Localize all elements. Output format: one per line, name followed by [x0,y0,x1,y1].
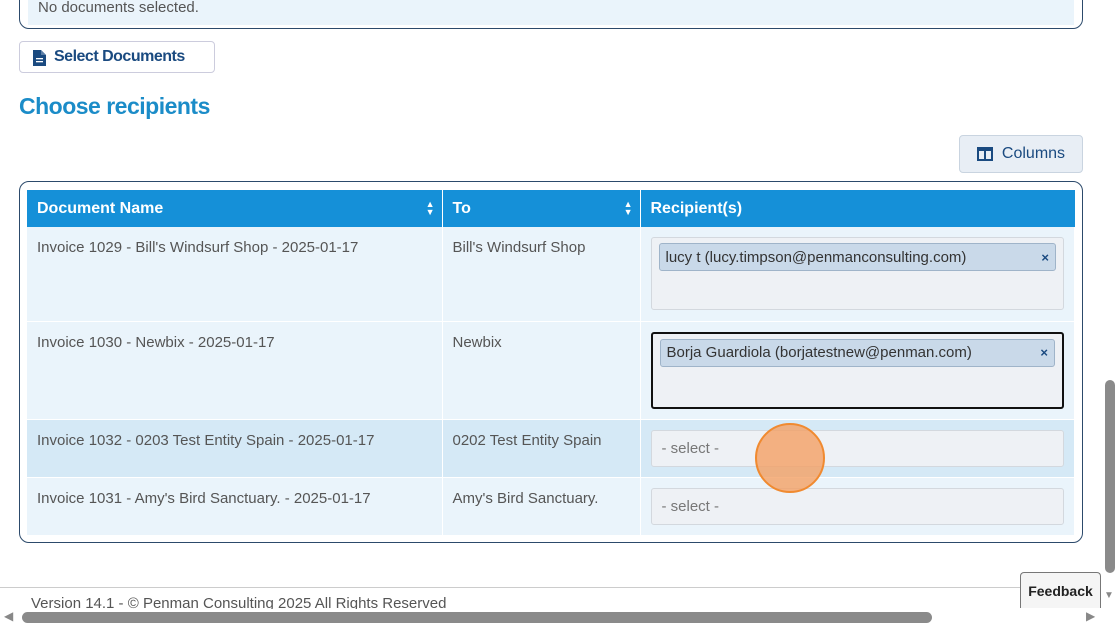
no-documents-text: No documents selected. [38,0,199,16]
scroll-right-icon[interactable]: ▶ [1086,609,1095,623]
recipient-multiselect[interactable]: Borja Guardiola (borjatestnew@penman.com… [650,331,1064,409]
table-row: Invoice 1032 - 0203 Test Entity Spain - … [27,419,1075,478]
document-icon [33,49,46,66]
to-cell: Bill's Windsurf Shop [442,227,641,322]
documents-panel: No documents selected. [19,0,1083,29]
recipients-table: Document Name ▲ ▼ To ▲ ▼ Recipient(s) Invoic… [27,190,1075,536]
to-cell: Newbix [442,321,641,420]
columns-button[interactable]: Columns [959,135,1083,173]
sort-icon[interactable]: ▲ ▼ [624,200,633,217]
select-documents-label: Select Documents [54,48,185,65]
scroll-down-icon[interactable]: ▼ [1104,590,1114,601]
to-cell: Amy's Bird Sanctuary. [442,477,641,536]
click-indicator [755,423,825,493]
header-recipients: Recipient(s) [640,190,1075,227]
document-name-cell: Invoice 1031 - Amy's Bird Sanctuary. - 2… [27,477,443,536]
recipient-chip: Borja Guardiola (borjatestnew@penman.com… [659,338,1055,367]
recipient-chip: lucy t (lucy.timpson@penmanconsulting.co… [658,243,1056,271]
recipient-select[interactable]: - select - [650,487,1064,525]
document-name-cell: Invoice 1030 - Newbix - 2025-01-17 [27,321,443,420]
feedback-button[interactable]: Feedback [1020,572,1101,608]
recipient-multiselect[interactable]: lucy t (lucy.timpson@penmanconsulting.co… [650,237,1064,310]
table-row: Invoice 1031 - Amy's Bird Sanctuary. - 2… [27,477,1075,536]
document-name-cell: Invoice 1029 - Bill's Windsurf Shop - 20… [27,227,443,322]
vertical-scrollbar-thumb[interactable] [1105,380,1115,573]
columns-label: Columns [1001,145,1066,162]
select-documents-button[interactable]: Select Documents [19,41,215,73]
to-cell: 0202 Test Entity Spain [442,419,641,478]
columns-icon [976,147,993,161]
remove-icon[interactable]: × [1041,250,1049,265]
header-to[interactable]: To ▲ ▼ [442,190,641,227]
horizontal-scrollbar[interactable] [0,609,1104,626]
table-row: Invoice 1030 - Newbix - 2025-01-17 Newbi… [27,321,1075,420]
table-row: Invoice 1029 - Bill's Windsurf Shop - 20… [27,227,1075,322]
recipient-select[interactable]: - select - [650,429,1064,467]
remove-icon[interactable]: × [1040,345,1048,360]
recipients-table-panel: Document Name ▲ ▼ To ▲ ▼ Recipient(s) Invoic… [19,181,1083,543]
scrollbar-thumb[interactable] [22,612,932,623]
header-document-name[interactable]: Document Name ▲ ▼ [27,190,443,227]
section-title: Choose recipients [19,93,210,119]
scroll-left-icon[interactable]: ◀ [4,609,13,623]
sort-icon[interactable]: ▲ ▼ [426,200,435,217]
document-name-cell: Invoice 1032 - 0203 Test Entity Spain - … [27,419,443,478]
